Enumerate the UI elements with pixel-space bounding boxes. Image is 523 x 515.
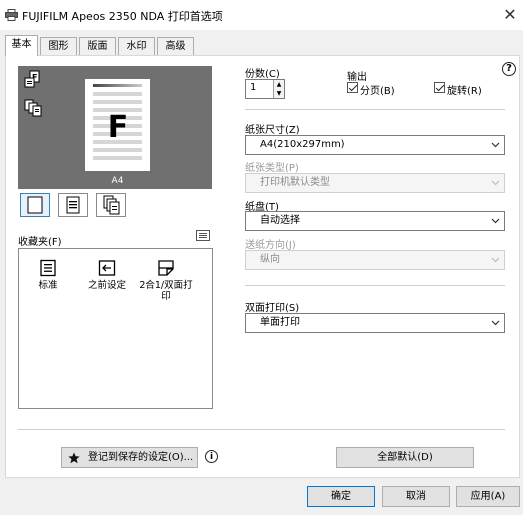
- duplex-value: 单面打印: [260, 317, 300, 328]
- help-icon[interactable]: ?: [502, 62, 516, 76]
- single-page-icon: F: [24, 70, 40, 88]
- return-icon: [98, 260, 116, 276]
- chevron-down-icon: [491, 218, 500, 224]
- paper-size-label: A4: [111, 176, 124, 186]
- chevron-down-icon: [491, 320, 500, 326]
- divider: [18, 429, 505, 430]
- tab-basic[interactable]: 基本: [5, 35, 38, 56]
- duplex-select[interactable]: 单面打印: [245, 313, 505, 333]
- favorites-menu-icon[interactable]: [196, 230, 210, 241]
- tab-graphics[interactable]: 图形: [40, 37, 77, 55]
- tray-value: 自动选择: [260, 215, 300, 226]
- restore-defaults-button[interactable]: 全部默认(D): [336, 447, 474, 468]
- paper-size-field-label: 纸张尺寸(Z): [245, 125, 300, 136]
- divider: [245, 109, 505, 110]
- paper-size-select[interactable]: A4(210x297mm): [245, 135, 505, 155]
- divider: [245, 285, 505, 286]
- favorite-standard[interactable]: 标准: [20, 259, 76, 291]
- tab-watermark[interactable]: 水印: [118, 37, 155, 55]
- favorites-label: 收藏夹(F): [18, 237, 62, 248]
- feed-direction-label: 送纸方向(J): [245, 240, 296, 251]
- tab-advanced[interactable]: 高级: [157, 37, 194, 55]
- rotate-checkbox[interactable]: [434, 82, 445, 93]
- chevron-down-icon: [491, 142, 500, 148]
- feed-direction-value: 纵向: [260, 254, 280, 265]
- copies-label: 份数(C): [245, 69, 280, 80]
- favorite-label: 之前设定: [87, 280, 126, 291]
- chevron-down-icon: [491, 180, 500, 186]
- chevron-down-icon: [491, 257, 500, 263]
- layout-1up-button[interactable]: [20, 193, 50, 217]
- output-label: 输出: [347, 72, 367, 83]
- layout-text-button[interactable]: [58, 193, 88, 217]
- copies-value: 1: [250, 82, 257, 93]
- star-icon: [68, 452, 80, 464]
- tab-layout[interactable]: 版面: [79, 37, 116, 55]
- collate-pages-icon: [24, 99, 42, 117]
- copies-up-arrow-icon[interactable]: ▲: [273, 80, 284, 89]
- favorite-label: 2合1/双面打印: [139, 280, 193, 302]
- window-title: FUJIFILM Apeos 2350 NDA 打印首选项: [22, 10, 223, 23]
- collate-label: 分页(B): [360, 86, 395, 97]
- blank-page-icon: [27, 196, 43, 214]
- paper-size-value: A4(210x297mm): [260, 139, 345, 150]
- layout-multi-button[interactable]: [96, 193, 126, 217]
- tray-select[interactable]: 自动选择: [245, 211, 505, 231]
- copies-down-arrow-icon[interactable]: ▼: [273, 89, 284, 98]
- stacked-pages-icon: [103, 195, 120, 215]
- printer-icon: [5, 9, 18, 21]
- feed-direction-select: 纵向: [245, 250, 505, 270]
- preview-letter: F: [107, 110, 129, 145]
- save-settings-label: 登记到保存的设定(O)...: [88, 452, 194, 463]
- save-settings-button[interactable]: 登记到保存的设定(O)...: [61, 447, 198, 468]
- paper-type-label: 纸张类型(P): [245, 163, 299, 174]
- list-icon: [40, 259, 56, 277]
- favorite-label: 标准: [38, 280, 58, 291]
- rotate-label: 旋转(R): [447, 86, 482, 97]
- favorite-2in1-duplex[interactable]: 2合1/双面打印: [138, 259, 194, 302]
- apply-button[interactable]: 应用(A): [456, 486, 520, 507]
- info-icon[interactable]: i: [205, 450, 218, 463]
- collate-checkbox[interactable]: [347, 82, 358, 93]
- cancel-button[interactable]: 取消: [382, 486, 450, 507]
- close-icon[interactable]: ✕: [500, 5, 520, 25]
- duplex-label: 双面打印(S): [245, 303, 300, 314]
- paper-type-value: 打印机默认类型: [260, 177, 330, 188]
- duplex-icon: [158, 260, 174, 276]
- document-icon: [66, 196, 80, 214]
- favorite-previous[interactable]: 之前设定: [79, 259, 135, 291]
- paper-type-select: 打印机默认类型: [245, 173, 505, 193]
- ok-button[interactable]: 确定: [307, 486, 375, 507]
